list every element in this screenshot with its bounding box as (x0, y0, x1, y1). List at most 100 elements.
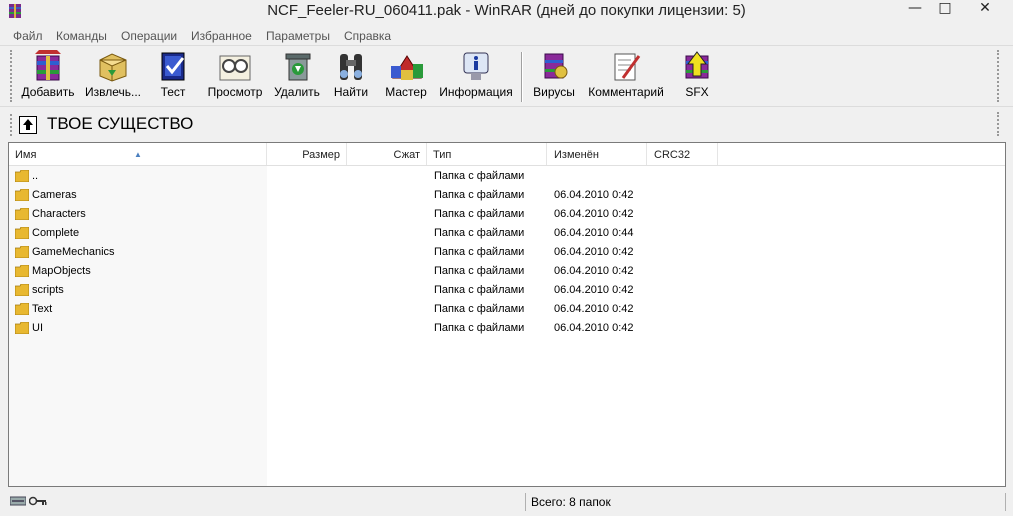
find-icon (340, 54, 362, 80)
menu-operations[interactable]: Операции (121, 29, 177, 43)
cell-modified: 06.04.2010 0:42 (554, 208, 634, 220)
info-icon (463, 52, 489, 80)
folder-icon (15, 246, 29, 258)
close-button[interactable]: ✕ (962, 0, 1008, 18)
column-packed[interactable]: Сжат (347, 143, 427, 165)
sfx-button[interactable]: SFX (673, 48, 721, 104)
table-row[interactable]: UI Папка с файлами 06.04.2010 0:42 (9, 319, 1005, 338)
test-icon (161, 52, 185, 81)
cell-modified: 06.04.2010 0:42 (554, 246, 634, 258)
status-summary: Всего: 8 папок (531, 495, 611, 509)
cell-type: Папка с файлами (434, 227, 525, 239)
cell-type: Папка с файлами (434, 322, 525, 334)
address-bar-end-grip[interactable] (997, 112, 1001, 136)
cell-name: Text (32, 303, 53, 315)
table-row[interactable]: MapObjects Папка с файлами 06.04.2010 0:… (9, 262, 1005, 281)
toolbar-grip[interactable] (10, 50, 14, 102)
table-row[interactable]: Complete Папка с файлами 06.04.2010 0:44 (9, 224, 1005, 243)
cell-modified: 06.04.2010 0:42 (554, 189, 634, 201)
comment-button[interactable]: Комментарий (584, 48, 668, 104)
cell-name: GameMechanics (32, 246, 115, 258)
test-button[interactable]: Тест (150, 48, 196, 104)
status-bar: Всего: 8 папок (0, 489, 1013, 516)
address-bar: ТВОЕ СУЩЕСТВО (0, 110, 1013, 140)
table-row[interactable]: GameMechanics Папка с файлами 06.04.2010… (9, 243, 1005, 262)
cell-name: .. (32, 170, 39, 182)
cell-name: MapObjects (32, 265, 91, 277)
virus-scan-button[interactable]: Вирусы (529, 48, 579, 104)
minimize-button[interactable]: — (900, 0, 930, 18)
cell-modified: 06.04.2010 0:44 (554, 227, 634, 239)
cell-name: Characters (32, 208, 86, 220)
cell-type: Папка с файлами (434, 170, 525, 182)
key-icon[interactable] (29, 495, 47, 507)
column-modified[interactable]: Изменён (547, 143, 647, 165)
cell-type: Папка с файлами (434, 265, 525, 277)
folder-icon (15, 322, 29, 334)
toolbar-end-grip[interactable] (997, 50, 1001, 102)
menu-help[interactable]: Справка (344, 29, 391, 43)
menu-commands[interactable]: Команды (56, 29, 107, 43)
up-folder-icon[interactable] (19, 116, 37, 134)
folder-icon (15, 284, 29, 296)
file-list[interactable]: Имя ▲ Размер Сжат Тип Изменён CRC32 .. П… (8, 142, 1006, 487)
column-crc32[interactable]: CRC32 (647, 143, 718, 165)
column-size[interactable]: Размер (267, 143, 347, 165)
folder-icon (15, 303, 29, 315)
current-path: ТВОЕ СУЩЕСТВО (47, 114, 194, 133)
cell-type: Папка с файлами (434, 208, 525, 220)
cell-modified: 06.04.2010 0:42 (554, 284, 634, 296)
cell-name: scripts (32, 284, 64, 296)
status-divider (1005, 493, 1006, 511)
cell-name: Complete (32, 227, 80, 239)
virus-scan-icon (544, 53, 568, 79)
menu-options[interactable]: Параметры (266, 29, 330, 43)
maximize-button[interactable]: □ (930, 0, 960, 18)
extract-button[interactable]: Извлечь... (82, 48, 144, 104)
view-button[interactable]: Просмотр (203, 48, 267, 104)
folder-icon (15, 189, 29, 201)
cell-name: Cameras (32, 189, 77, 201)
wizard-button[interactable]: Мастер (380, 48, 432, 104)
table-row[interactable]: Cameras Папка с файлами 06.04.2010 0:42 (9, 186, 1005, 205)
table-row[interactable]: scripts Папка с файлами 06.04.2010 0:42 (9, 281, 1005, 300)
drive-icon[interactable] (10, 495, 26, 507)
toolbar-separator (521, 52, 523, 102)
table-row[interactable]: .. Папка с файлами (9, 167, 1005, 186)
table-row[interactable]: Text Папка с файлами 06.04.2010 0:42 (9, 300, 1005, 319)
sort-ascending-icon: ▲ (134, 150, 142, 159)
menu-favorites[interactable]: Избранное (191, 29, 252, 43)
cell-modified: 06.04.2010 0:42 (554, 303, 634, 315)
cell-type: Папка с файлами (434, 246, 525, 258)
delete-button[interactable]: Удалить (270, 48, 324, 104)
cell-type: Папка с файлами (434, 303, 525, 315)
info-button[interactable]: Информация (436, 48, 516, 104)
cell-type: Папка с файлами (434, 189, 525, 201)
address-bar-grip[interactable] (10, 114, 14, 136)
folder-icon (15, 208, 29, 220)
sfx-icon (685, 51, 709, 79)
cell-modified: 06.04.2010 0:42 (554, 322, 634, 334)
extract-icon (99, 53, 127, 82)
folder-icon (15, 227, 29, 239)
window-title: NCF_Feeler-RU_060411.pak - WinRAR (дней … (267, 2, 746, 19)
delete-icon (285, 53, 311, 81)
folder-icon (15, 265, 29, 277)
comment-icon (614, 53, 641, 81)
cell-modified: 06.04.2010 0:42 (554, 265, 634, 277)
find-button[interactable]: Найти (328, 48, 374, 104)
cell-name: UI (32, 322, 43, 334)
folder-icon (15, 170, 29, 182)
column-name[interactable]: Имя ▲ (9, 143, 267, 165)
toolbar: Добавить Извлечь... Тест Просмотр Удалит… (0, 45, 1013, 107)
table-row[interactable]: Characters Папка с файлами 06.04.2010 0:… (9, 205, 1005, 224)
menu-file[interactable]: Файл (13, 29, 43, 43)
status-divider (525, 493, 526, 511)
wizard-icon (391, 55, 423, 80)
add-button[interactable]: Добавить (20, 48, 76, 104)
column-type[interactable]: Тип (427, 143, 547, 165)
menu-bar: Файл Команды Операции Избранное Параметр… (0, 26, 1013, 44)
title-bar: NCF_Feeler-RU_060411.pak - WinRAR (дней … (0, 0, 1013, 24)
column-header: Имя ▲ Размер Сжат Тип Изменён CRC32 (9, 143, 1005, 166)
add-archive-icon (35, 50, 61, 81)
